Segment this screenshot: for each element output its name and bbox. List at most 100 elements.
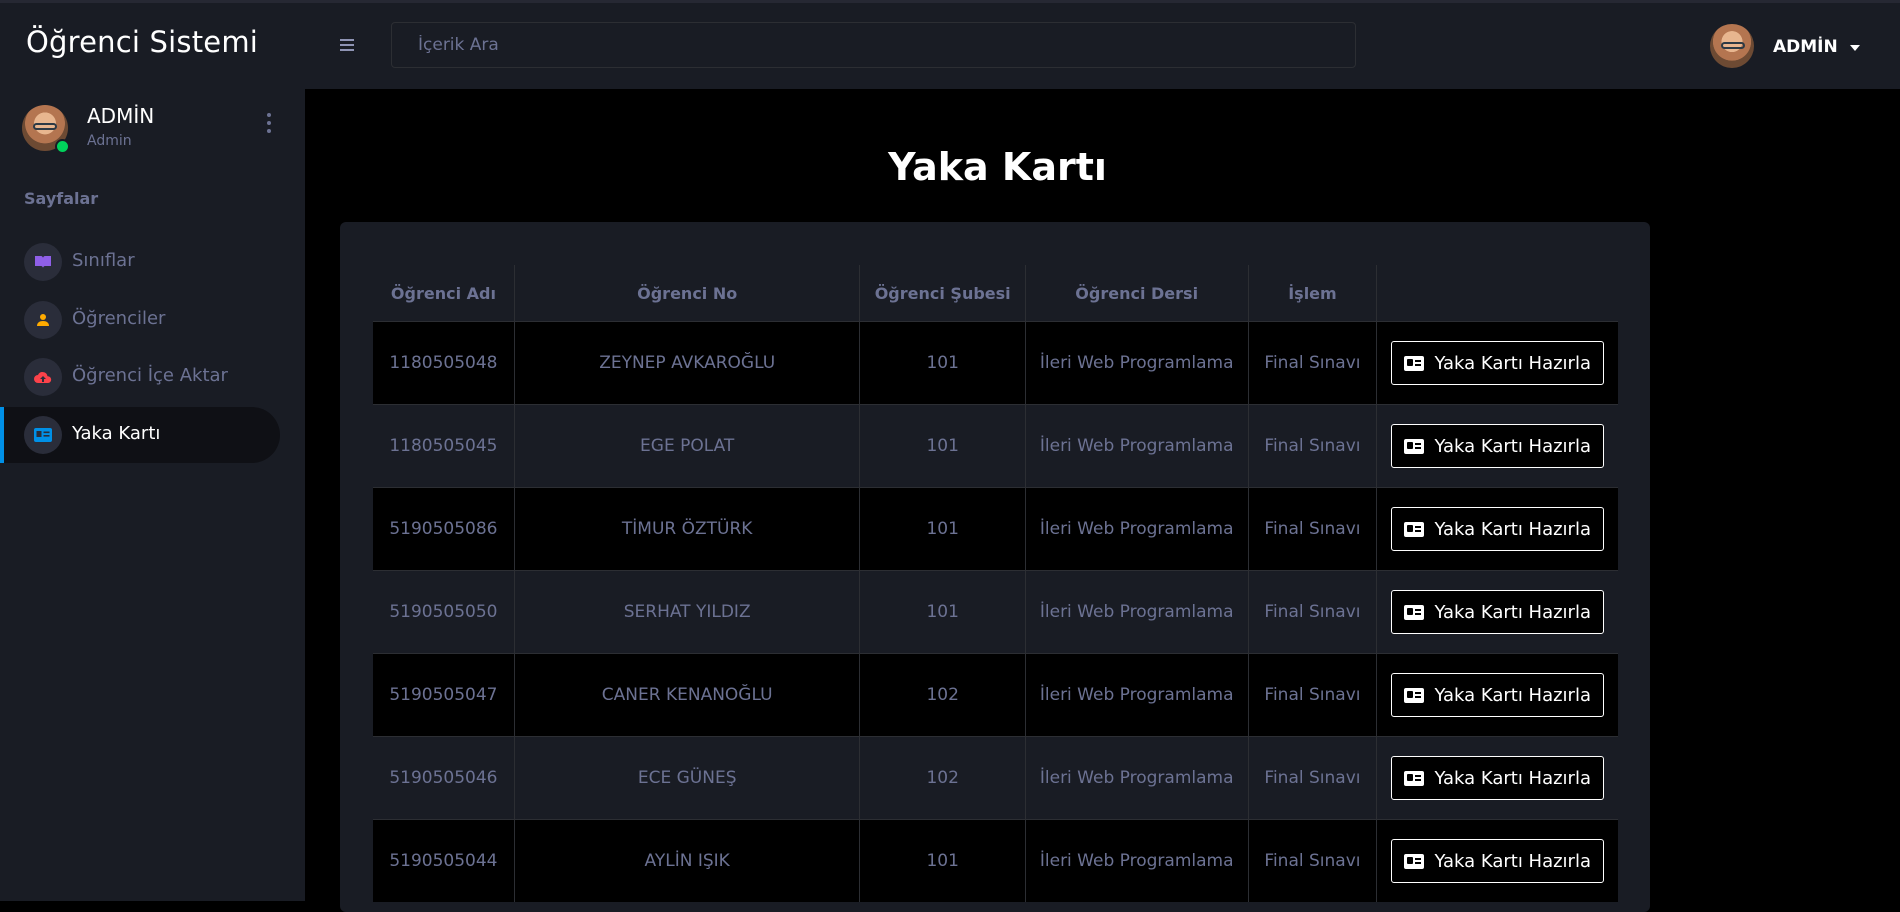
student-exam-cell: Final Sınavı [1248,570,1378,654]
prepare-badge-button[interactable]: Yaka Kartı Hazırla [1391,507,1604,551]
table-row: 1180505048 ZEYNEP AVKAROĞLU 101 İleri We… [373,321,1618,405]
id-card-icon [1404,853,1425,869]
student-exam-cell: Final Sınavı [1248,404,1378,488]
column-header [1376,265,1618,322]
student-course-cell: İleri Web Programlama [1025,321,1249,405]
chevron-down-icon [1850,45,1860,51]
profile-role: Admin [87,133,132,149]
student-name-cell: ZEYNEP AVKAROĞLU [514,321,861,405]
user-icon [24,301,62,339]
sidebar-item-label: Öğrenci İçe Aktar [72,365,228,386]
student-name-cell: TİMUR ÖZTÜRK [514,487,861,571]
student-exam-cell: Final Sınavı [1248,819,1378,902]
button-label: Yaka Kartı Hazırla [1434,352,1591,374]
top-navbar: ADMİN [305,3,1900,89]
prepare-badge-button[interactable]: Yaka Kartı Hazırla [1391,424,1604,468]
student-branch-cell: 101 [859,321,1026,405]
id-card-icon [24,416,62,454]
student-no-cell: 5190505050 [373,570,515,654]
sidebar-profile: ADMİN Admin [22,103,282,155]
table-row: 1180505045 EGE POLAT 101 İleri Web Progr… [373,404,1618,488]
student-branch-cell: 101 [859,819,1026,902]
column-header: Öğrenci Şubesi [859,265,1026,322]
student-course-cell: İleri Web Programlama [1025,487,1249,571]
cloud-upload-icon [24,358,62,396]
table-row: 5190505047 CANER KENANOĞLU 102 İleri Web… [373,653,1618,737]
student-no-cell: 5190505044 [373,819,515,902]
student-no-cell: 1180505048 [373,321,515,405]
search-input[interactable] [391,22,1356,68]
button-label: Yaka Kartı Hazırla [1434,684,1591,706]
student-exam-cell: Final Sınavı [1248,321,1378,405]
prepare-badge-button[interactable]: Yaka Kartı Hazırla [1391,590,1604,634]
button-label: Yaka Kartı Hazırla [1434,767,1591,789]
student-no-cell: 5190505047 [373,653,515,737]
sidebar-item-yaka-karti[interactable]: Yaka Kartı [0,407,280,463]
avatar [1710,24,1754,68]
button-label: Yaka Kartı Hazırla [1434,601,1591,623]
id-card-icon [1404,355,1425,371]
student-name-cell: AYLİN IŞIK [514,819,861,902]
student-exam-cell: Final Sınavı [1248,653,1378,737]
student-course-cell: İleri Web Programlama [1025,653,1249,737]
student-branch-cell: 102 [859,653,1026,737]
students-card: Öğrenci Adı Öğrenci No Öğrenci Şubesi Öğ… [340,222,1650,912]
table-row: 5190505044 AYLİN IŞIK 101 İleri Web Prog… [373,819,1618,902]
page-title: Yaka Kartı [888,145,1107,189]
id-card-icon [1404,438,1425,454]
id-card-icon [1404,687,1425,703]
column-header: Öğrenci No [514,265,861,322]
student-name-cell: EGE POLAT [514,404,861,488]
student-no-cell: 5190505046 [373,736,515,820]
book-icon [24,243,62,281]
sidebar-item-siniflar[interactable]: Sınıflar [0,234,280,290]
column-header: Öğrenci Dersi [1025,265,1249,322]
sidebar-item-label: Sınıflar [72,250,135,271]
more-vertical-icon[interactable] [266,113,272,137]
button-label: Yaka Kartı Hazırla [1434,518,1591,540]
button-label: Yaka Kartı Hazırla [1434,435,1591,457]
student-name-cell: SERHAT YILDIZ [514,570,861,654]
action-cell: Yaka Kartı Hazırla [1376,404,1618,488]
student-exam-cell: Final Sınavı [1248,736,1378,820]
table-row: 5190505050 SERHAT YILDIZ 101 İleri Web P… [373,570,1618,654]
student-course-cell: İleri Web Programlama [1025,736,1249,820]
student-course-cell: İleri Web Programlama [1025,819,1249,902]
student-no-cell: 5190505086 [373,487,515,571]
sidebar-item-ogrenciler[interactable]: Öğrenciler [0,292,280,348]
prepare-badge-button[interactable]: Yaka Kartı Hazırla [1391,756,1604,800]
user-name: ADMİN [1773,37,1838,57]
students-table: Öğrenci Adı Öğrenci No Öğrenci Şubesi Öğ… [373,265,1618,902]
action-cell: Yaka Kartı Hazırla [1376,819,1618,902]
online-status-icon [55,139,70,154]
student-branch-cell: 101 [859,570,1026,654]
id-card-icon [1404,770,1425,786]
student-name-cell: CANER KENANOĞLU [514,653,861,737]
menu-toggle-icon[interactable] [340,39,354,54]
student-branch-cell: 102 [859,736,1026,820]
table-row: 5190505046 ECE GÜNEŞ 102 İleri Web Progr… [373,736,1618,820]
table-row: 5190505086 TİMUR ÖZTÜRK 101 İleri Web Pr… [373,487,1618,571]
app-title[interactable]: Öğrenci Sistemi [26,25,258,59]
user-menu-dropdown[interactable]: ADMİN [1710,23,1860,69]
prepare-badge-button[interactable]: Yaka Kartı Hazırla [1391,839,1604,883]
prepare-badge-button[interactable]: Yaka Kartı Hazırla [1391,673,1604,717]
student-branch-cell: 101 [859,404,1026,488]
sidebar-item-label: Yaka Kartı [72,423,161,444]
student-course-cell: İleri Web Programlama [1025,570,1249,654]
action-cell: Yaka Kartı Hazırla [1376,653,1618,737]
id-card-icon [1404,604,1425,620]
column-header: Öğrenci Adı [373,265,515,322]
student-name-cell: ECE GÜNEŞ [514,736,861,820]
action-cell: Yaka Kartı Hazırla [1376,487,1618,571]
sidebar: Öğrenci Sistemi ADMİN Admin Sayfalar Sın… [0,3,305,901]
table-header-row: Öğrenci Adı Öğrenci No Öğrenci Şubesi Öğ… [373,265,1618,322]
action-cell: Yaka Kartı Hazırla [1376,736,1618,820]
student-course-cell: İleri Web Programlama [1025,404,1249,488]
prepare-badge-button[interactable]: Yaka Kartı Hazırla [1391,341,1604,385]
student-branch-cell: 101 [859,487,1026,571]
sidebar-section-title: Sayfalar [24,189,99,208]
action-cell: Yaka Kartı Hazırla [1376,570,1618,654]
sidebar-item-ogrenci-ice-aktar[interactable]: Öğrenci İçe Aktar [0,349,280,405]
student-exam-cell: Final Sınavı [1248,487,1378,571]
